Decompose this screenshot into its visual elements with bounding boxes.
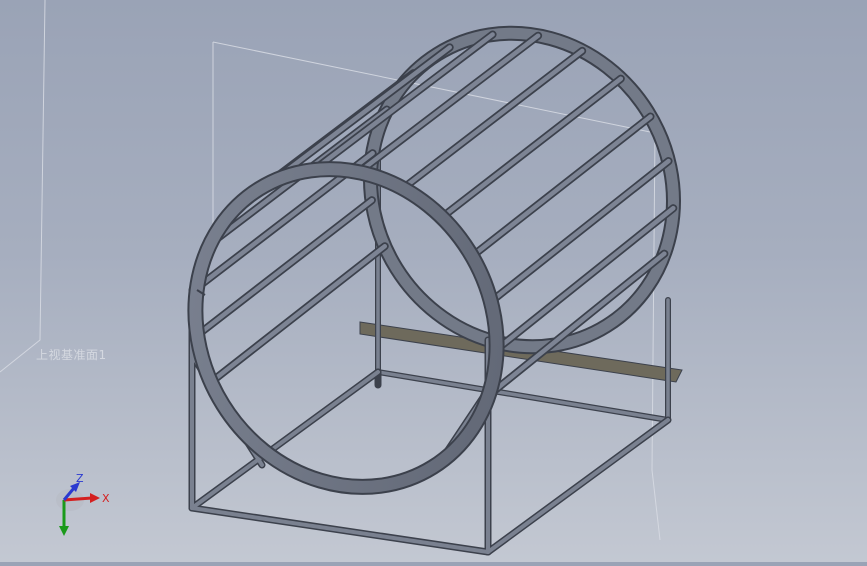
- rod: [208, 243, 388, 385]
- plane-label[interactable]: 上视基准面1: [36, 346, 107, 363]
- x-axis-label: X: [102, 492, 110, 505]
- rod: [439, 76, 624, 220]
- rod: [311, 32, 495, 173]
- reference-plane-outline: [0, 0, 661, 541]
- rod: [469, 114, 653, 259]
- z-axis-label: Z: [76, 472, 84, 485]
- axis-triad: X Z: [56, 472, 110, 536]
- y-axis-arrow-icon: [59, 526, 69, 536]
- model-scene[interactable]: [0, 0, 867, 562]
- x-axis-arrow-icon: [90, 493, 100, 503]
- graphics-viewport[interactable]: 上视基准面1 X Z: [0, 0, 867, 562]
